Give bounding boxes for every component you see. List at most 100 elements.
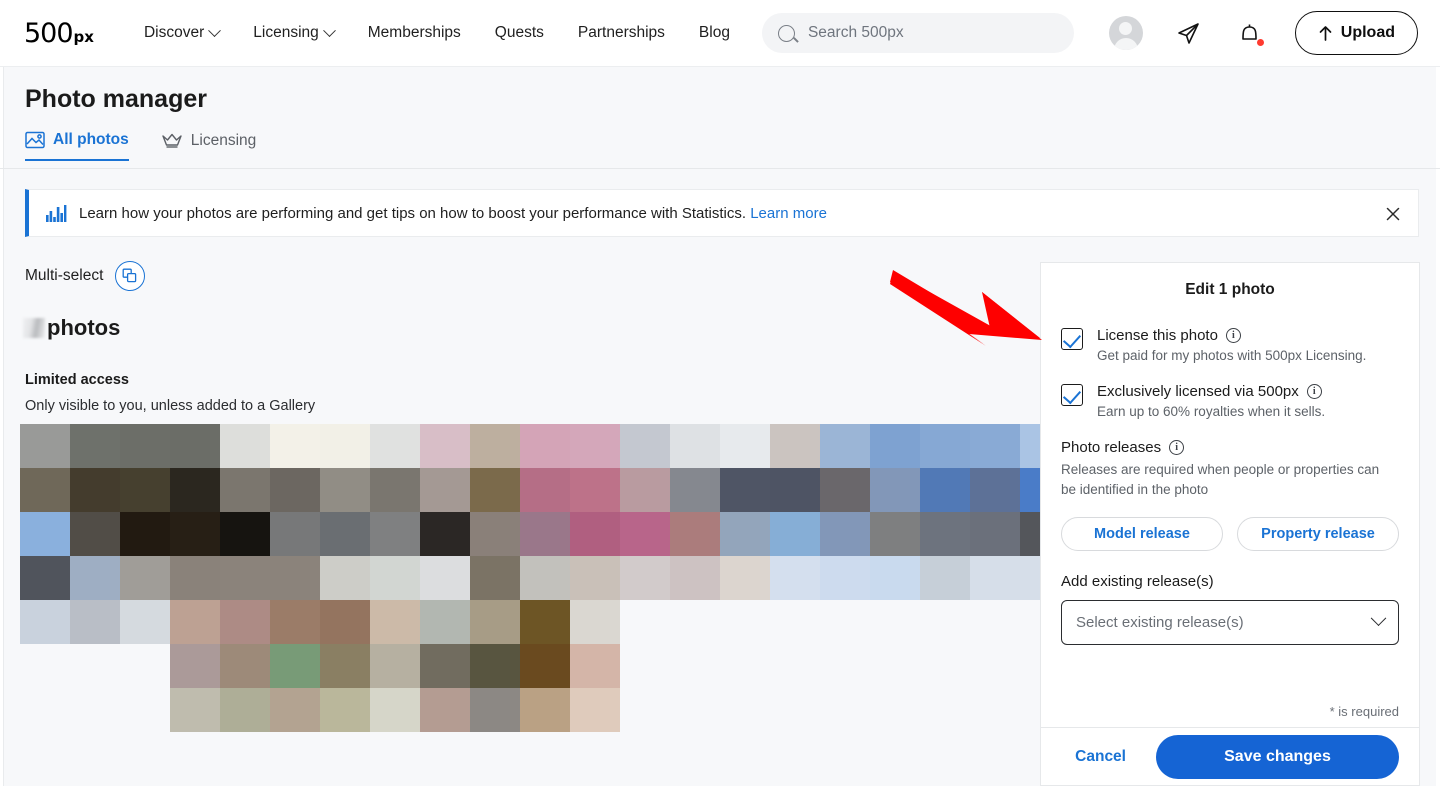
- thumbnail-pixel-6-2: [270, 688, 320, 732]
- banner-text-wrap: Learn how your photos are performing and…: [79, 205, 827, 222]
- thumbnail-pixel-0-14: [720, 424, 770, 468]
- thumbnail-pixel-4-7: [520, 600, 570, 644]
- send-icon[interactable]: [1171, 16, 1205, 50]
- thumbnail-pixel-1-7: [370, 468, 420, 512]
- thumbnail-pixel-2-7: [420, 512, 470, 556]
- thumbnail-pixel-2-6: [370, 512, 420, 556]
- license-this-photo-texts: License this photo i Get paid for my pho…: [1097, 327, 1366, 363]
- model-release-button[interactable]: Model release: [1061, 517, 1223, 552]
- thumbnail-pixel-3-20: [70, 600, 120, 644]
- thumbnail-pixel-1-1: [70, 468, 120, 512]
- save-changes-button[interactable]: Save changes: [1156, 734, 1399, 779]
- thumbnail-pixel-2-14: [770, 512, 820, 556]
- cancel-button[interactable]: Cancel: [1075, 748, 1126, 766]
- thumbnail-pixel-6-19: [70, 732, 120, 776]
- thumbnail-pixel-0-15: [770, 424, 820, 468]
- thumbnail-pixel-2-0: [70, 512, 120, 556]
- thumbnail-pixel-1-19: [970, 468, 1020, 512]
- edit-panel-body: Edit 1 photo License this photo i Get pa…: [1041, 263, 1419, 727]
- avatar[interactable]: [1108, 16, 1143, 50]
- thumbnail-pixel-4-9: [620, 600, 670, 644]
- nav-item-licensing[interactable]: Licensing: [253, 23, 336, 42]
- thumbnail-pixel-1-18: [920, 468, 970, 512]
- thumbnail-pixel-1-21: [20, 512, 70, 556]
- thumbnail-pixel-1-0: [20, 468, 70, 512]
- nav-label-licensing: Licensing: [253, 24, 319, 41]
- multi-select-control: Multi-select: [25, 261, 146, 291]
- close-icon[interactable]: [1382, 203, 1404, 225]
- thumbnail-pixel-5-4: [370, 644, 420, 688]
- thumbnail-pixel-4-10: [670, 600, 720, 644]
- thumbnail-pixel-1-16: [820, 468, 870, 512]
- thumbnail-pixel-1-11: [570, 468, 620, 512]
- tab-licensing[interactable]: Licensing: [161, 131, 257, 161]
- thumbnail-pixel-5-8: [570, 644, 620, 688]
- info-icon[interactable]: i: [1306, 384, 1322, 399]
- search-input[interactable]: Search 500px: [761, 13, 1074, 53]
- thumbnail-pixel-2-21: [70, 556, 120, 600]
- thumbnail-pixel-3-5: [370, 556, 420, 600]
- thumbnail-pixel-6-11: [720, 688, 770, 732]
- thumbnail-pixel-1-9: [470, 468, 520, 512]
- photo-thumbnail-grid[interactable]: [20, 424, 1070, 776]
- thumbnail-pixel-6-20: [120, 732, 170, 776]
- access-subtitle: Only visible to you, unless added to a G…: [25, 398, 316, 414]
- site-logo[interactable]: 500 px: [24, 18, 94, 49]
- thumbnail-pixel-1-4: [220, 468, 270, 512]
- thumbnail-pixel-2-20: [20, 556, 70, 600]
- page-title: Photo manager: [25, 85, 207, 113]
- exclusive-license-sub: Earn up to 60% royalties when it sells.: [1097, 404, 1326, 419]
- thumbnail-pixel-1-10: [520, 468, 570, 512]
- crown-icon: [162, 133, 182, 148]
- thumbnail-pixel-3-4: [320, 556, 370, 600]
- nav-item-discover[interactable]: Discover: [144, 23, 222, 42]
- thumbnail-pixel-6-3: [320, 688, 370, 732]
- exclusive-license-checkbox[interactable]: [1061, 384, 1083, 406]
- thumbnail-pixel-6-9: [620, 688, 670, 732]
- annotation-arrow: [890, 270, 1042, 346]
- thumbnail-pixel-0-17: [870, 424, 920, 468]
- info-icon[interactable]: i: [1225, 328, 1241, 343]
- thumbnail-pixel-4-4: [370, 600, 420, 644]
- property-release-button[interactable]: Property release: [1237, 517, 1399, 552]
- thumbnail-pixel-4-14: [870, 600, 920, 644]
- thumbnail-pixel-2-1: [120, 512, 170, 556]
- thumbnail-pixel-2-15: [820, 512, 870, 556]
- thumbnail-pixel-6-13: [820, 688, 870, 732]
- nav-item-quests[interactable]: Quests: [495, 24, 544, 42]
- thumbnail-pixel-4-19: [70, 644, 120, 688]
- thumbnail-pixel-4-16: [970, 600, 1020, 644]
- gallery-heading-label: photos: [47, 315, 121, 340]
- notification-dot: [1256, 39, 1264, 46]
- thumbnail-pixel-2-3: [220, 512, 270, 556]
- thumbnail-pixel-6-8: [570, 688, 620, 732]
- thumbnail-pixel-1-15: [770, 468, 820, 512]
- tab-label-licensing: Licensing: [190, 132, 257, 149]
- nav-item-partnerships[interactable]: Partnerships: [578, 24, 665, 42]
- info-icon[interactable]: i: [1169, 440, 1185, 455]
- nav-item-blog[interactable]: Blog: [699, 24, 730, 42]
- bell-icon[interactable]: [1233, 16, 1267, 50]
- thumbnail-pixel-4-18: [20, 644, 70, 688]
- thumbnail-pixel-0-9: [470, 424, 520, 468]
- thumbnail-pixel-0-3: [170, 424, 220, 468]
- thumbnail-pixel-0-8: [420, 424, 470, 468]
- thumbnail-pixel-6-10: [670, 688, 720, 732]
- multi-select-label: Multi-select: [25, 267, 104, 284]
- thumbnail-pixel-0-10: [520, 424, 570, 468]
- existing-release-select[interactable]: Select existing release(s): [1061, 600, 1399, 646]
- thumbnail-pixel-2-12: [670, 512, 720, 556]
- nav-item-memberships[interactable]: Memberships: [368, 24, 461, 42]
- banner-learn-more-link[interactable]: Learn more: [750, 205, 827, 222]
- upload-button[interactable]: Upload: [1294, 11, 1418, 55]
- thumbnail-pixel-5-7: [520, 644, 570, 688]
- logo-text-px: px: [73, 27, 94, 46]
- thumbnail-pixel-0-6: [320, 424, 370, 468]
- tab-all-photos[interactable]: All photos: [25, 131, 129, 161]
- thumbnail-pixel-4-1: [220, 600, 270, 644]
- thumbnail-pixel-3-19: [20, 600, 70, 644]
- thumbnail-pixel-3-17: [970, 556, 1020, 600]
- upload-arrow-icon: [1319, 25, 1332, 41]
- multi-select-toggle-button[interactable]: [115, 261, 146, 291]
- license-this-photo-checkbox[interactable]: [1061, 328, 1083, 350]
